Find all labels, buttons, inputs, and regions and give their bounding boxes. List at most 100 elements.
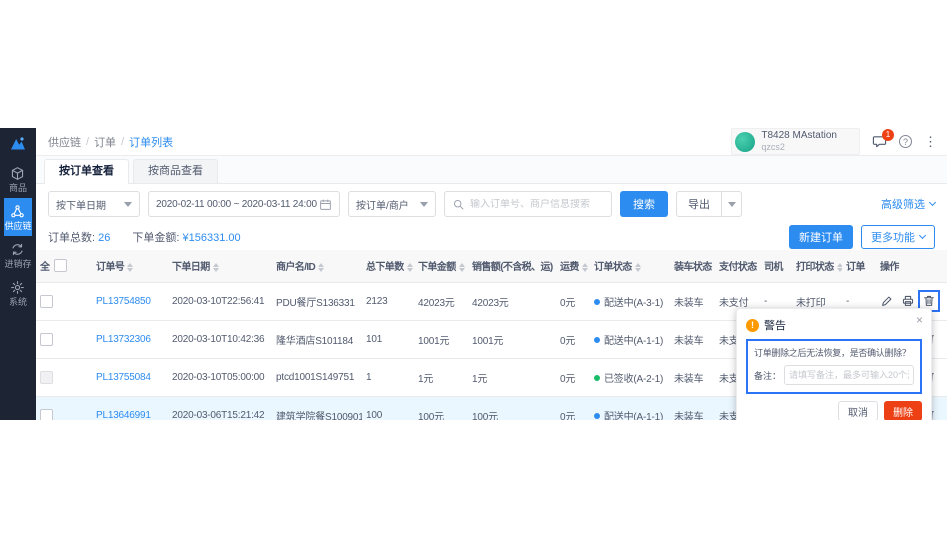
sort-icon[interactable] bbox=[318, 263, 324, 272]
row-checkbox[interactable] bbox=[40, 333, 53, 346]
popover-title: 警告 bbox=[764, 317, 786, 333]
breadcrumb-item[interactable]: 订单 bbox=[94, 134, 116, 150]
order-amount: 100元 bbox=[414, 396, 468, 420]
search-icon bbox=[452, 198, 465, 211]
print-icon[interactable] bbox=[901, 294, 915, 308]
notification-badge: 1 bbox=[882, 129, 894, 141]
tab-view-by-order[interactable]: 按订单查看 bbox=[44, 159, 129, 184]
more-menu-icon[interactable]: ⋮ bbox=[924, 135, 937, 148]
order-qty: 1 bbox=[362, 358, 414, 396]
date-range-input[interactable]: 2020-02-11 00:00 ~ 2020-03-11 24:00 bbox=[148, 191, 340, 217]
chevron-down-icon bbox=[919, 232, 926, 239]
column-header[interactable]: 销售额(不含税、运) bbox=[468, 250, 556, 282]
new-order-button[interactable]: 新建订单 bbox=[789, 225, 853, 249]
close-icon[interactable]: × bbox=[916, 313, 923, 327]
sort-icon[interactable] bbox=[459, 263, 465, 272]
remark-label: 备注： bbox=[754, 369, 781, 382]
order-number-link[interactable]: PL13754850 bbox=[96, 296, 151, 307]
select-all-header[interactable]: 全 bbox=[36, 250, 92, 282]
select-all-checkbox[interactable] bbox=[54, 259, 67, 272]
advanced-filter-link[interactable]: 高级筛选 bbox=[881, 196, 935, 212]
user-chip[interactable]: T8428 MAstation qzcs2 bbox=[731, 128, 860, 155]
export-group: 导出 bbox=[676, 191, 742, 217]
order-number-cell: PL13732306 bbox=[92, 320, 168, 358]
column-header[interactable]: 订单状态 bbox=[590, 250, 670, 282]
order-number-cell: PL13754850 bbox=[92, 282, 168, 320]
sort-icon[interactable] bbox=[582, 263, 588, 272]
sidebar-item-label: 商品 bbox=[9, 183, 27, 193]
cancel-button[interactable]: 取消 bbox=[838, 401, 878, 420]
avatar bbox=[735, 132, 755, 152]
app-logo[interactable] bbox=[0, 128, 36, 160]
tab-view-by-product[interactable]: 按商品查看 bbox=[133, 159, 218, 183]
remark-input[interactable] bbox=[784, 365, 914, 385]
search-button[interactable]: 搜索 bbox=[620, 191, 668, 217]
order-qty: 2123 bbox=[362, 282, 414, 320]
more-functions-button[interactable]: 更多功能 bbox=[861, 225, 935, 249]
date-type-select[interactable]: 按下单日期 bbox=[48, 191, 140, 217]
order-number-link[interactable]: PL13732306 bbox=[96, 334, 151, 345]
column-header[interactable]: 运费 bbox=[556, 250, 590, 282]
sidebar-item-system[interactable]: 系统 bbox=[4, 274, 31, 312]
order-number-link[interactable]: PL13755084 bbox=[96, 372, 151, 383]
select-cell bbox=[36, 358, 92, 396]
sidebar-item-inventory[interactable]: 进销存 bbox=[4, 236, 31, 274]
export-dropdown-button[interactable] bbox=[722, 191, 742, 217]
supply-chain-icon bbox=[10, 204, 25, 219]
chevron-down-icon bbox=[124, 202, 132, 207]
chevron-down-icon bbox=[420, 202, 428, 207]
load-status: 未装车 bbox=[670, 320, 715, 358]
breadcrumb-item[interactable]: 订单列表 bbox=[129, 134, 173, 150]
delete-icon[interactable] bbox=[922, 294, 936, 308]
search-input[interactable] bbox=[470, 199, 604, 210]
sales-amount: 1元 bbox=[468, 358, 556, 396]
order-amount-value: ¥156331.00 bbox=[183, 232, 241, 244]
calendar-icon bbox=[319, 198, 332, 211]
column-header[interactable]: 商户名/ID bbox=[272, 250, 362, 282]
order-status: 配送中(A-1-1) bbox=[590, 396, 670, 420]
column-header: 装车状态 bbox=[670, 250, 715, 282]
order-number-link[interactable]: PL13646991 bbox=[96, 410, 151, 421]
select-cell bbox=[36, 396, 92, 420]
sort-icon[interactable] bbox=[837, 263, 842, 272]
sidebar-item-goods[interactable]: 商品 bbox=[4, 160, 31, 198]
breadcrumb-item[interactable]: 供应链 bbox=[48, 134, 81, 150]
row-checkbox[interactable] bbox=[40, 295, 53, 308]
help-icon[interactable]: ? bbox=[899, 135, 912, 148]
order-date: 2020-03-10T05:00:00 bbox=[168, 358, 272, 396]
order-qty: 101 bbox=[362, 320, 414, 358]
sales-amount: 100元 bbox=[468, 396, 556, 420]
freight: 0元 bbox=[556, 396, 590, 420]
table-header-row: 全 订单号下单日期商户名/ID总下单数下单金额销售额(不含税、运)运费订单状态装… bbox=[36, 250, 947, 282]
column-header[interactable]: 下单金额 bbox=[414, 250, 468, 282]
freight: 0元 bbox=[556, 358, 590, 396]
order-status: 配送中(A-1-1) bbox=[590, 320, 670, 358]
delete-button[interactable]: 删除 bbox=[884, 401, 922, 420]
column-header[interactable]: 订单号 bbox=[92, 250, 168, 282]
order-amount: 1001元 bbox=[414, 320, 468, 358]
edit-icon[interactable] bbox=[880, 294, 894, 308]
sidebar-item-label: 进销存 bbox=[4, 259, 31, 269]
sort-icon[interactable] bbox=[213, 263, 219, 272]
merchant-name: 建筑学院餐S100901 bbox=[272, 396, 362, 420]
order-qty: 100 bbox=[362, 396, 414, 420]
status-dot bbox=[594, 299, 600, 305]
load-status: 未装车 bbox=[670, 358, 715, 396]
sort-icon[interactable] bbox=[635, 263, 641, 272]
select-cell bbox=[36, 282, 92, 320]
sidebar-item-supply-chain[interactable]: 供应链 bbox=[4, 198, 31, 236]
sort-icon[interactable] bbox=[127, 263, 133, 272]
search-type-select[interactable]: 按订单/商户 bbox=[348, 191, 436, 217]
column-header: 支付状态 bbox=[715, 250, 760, 282]
column-header[interactable]: 总下单数 bbox=[362, 250, 414, 282]
row-checkbox[interactable] bbox=[40, 409, 53, 421]
column-header[interactable]: 下单日期 bbox=[168, 250, 272, 282]
row-checkbox[interactable] bbox=[40, 371, 53, 384]
inventory-icon bbox=[10, 242, 25, 257]
column-header[interactable]: 打印状态 bbox=[792, 250, 842, 282]
sort-icon[interactable] bbox=[407, 263, 413, 272]
merchant-name: 隆华酒店S101184 bbox=[272, 320, 362, 358]
remark-row: 备注： bbox=[754, 365, 914, 385]
message-icon[interactable]: 1 bbox=[872, 134, 887, 149]
export-button[interactable]: 导出 bbox=[676, 191, 722, 217]
